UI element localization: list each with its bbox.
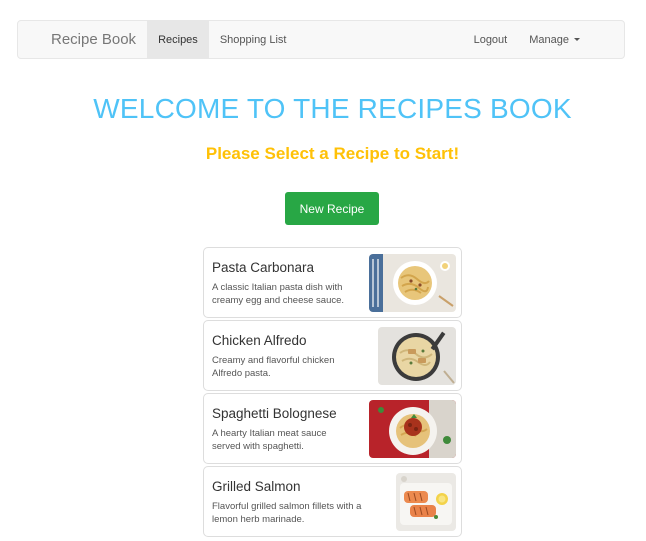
recipe-description: A hearty Italian meat sauce served with … bbox=[212, 427, 327, 453]
page-title: WELCOME TO THE RECIPES BOOK bbox=[93, 93, 572, 124]
nav-recipes[interactable]: Recipes bbox=[147, 21, 209, 58]
nav-logout[interactable]: Logout bbox=[463, 21, 519, 58]
recipe-item-pasta-carbonara[interactable]: Pasta Carbonara A classic Italian pasta … bbox=[203, 247, 462, 318]
recipe-description-line: A hearty Italian meat sauce bbox=[212, 428, 327, 439]
recipe-description: A classic Italian pasta dish with creamy… bbox=[212, 281, 344, 307]
recipe-image-spaghetti-bolognese bbox=[369, 400, 456, 458]
recipe-list: Pasta Carbonara A classic Italian pasta … bbox=[203, 247, 462, 539]
recipe-name: Pasta Carbonara bbox=[212, 260, 315, 275]
grilled-salmon-image bbox=[396, 473, 456, 531]
recipe-name: Spaghetti Bolognese bbox=[212, 406, 337, 421]
recipe-description-line: lemon herb marinade. bbox=[212, 514, 305, 525]
recipe-name: Grilled Salmon bbox=[212, 479, 301, 494]
recipe-image-grilled-salmon bbox=[396, 473, 456, 531]
recipe-item-chicken-alfredo[interactable]: Chicken Alfredo Creamy and flavorful chi… bbox=[203, 320, 462, 391]
chicken-alfredo-image bbox=[378, 327, 456, 385]
nav-shopping-list[interactable]: Shopping List bbox=[209, 21, 298, 58]
recipe-description-line: creamy egg and cheese sauce. bbox=[212, 295, 345, 306]
page-subtitle: Please Select a Recipe to Start! bbox=[205, 144, 460, 163]
navbar: Recipe Book Recipes Shopping List Logout… bbox=[17, 20, 625, 59]
spaghetti-bolognese-image bbox=[369, 400, 456, 458]
manage-label: Manage bbox=[529, 33, 569, 46]
recipe-description-line: A classic Italian pasta dish with bbox=[212, 282, 343, 293]
recipe-item-spaghetti-bolognese[interactable]: Spaghetti Bolognese A hearty Italian mea… bbox=[203, 393, 462, 464]
recipe-description: Creamy and flavorful chicken Alfredo pas… bbox=[212, 354, 335, 380]
recipe-item-grilled-salmon[interactable]: Grilled Salmon Flavorful grilled salmon … bbox=[203, 466, 462, 537]
recipe-image-pasta-carbonara bbox=[369, 254, 456, 312]
nav-manage-dropdown[interactable]: Manage bbox=[518, 21, 624, 58]
pasta-carbonara-image bbox=[369, 254, 456, 312]
recipe-description-line: Alfredo pasta. bbox=[212, 368, 271, 379]
caret-down-icon bbox=[574, 38, 580, 41]
recipe-description-line: Flavorful grilled salmon fillets with a bbox=[212, 501, 362, 512]
recipe-description: Flavorful grilled salmon fillets with a … bbox=[212, 500, 361, 526]
recipe-description-line: served with spaghetti. bbox=[212, 441, 304, 452]
recipe-description-line: Creamy and flavorful chicken bbox=[212, 355, 335, 366]
brand-link[interactable]: Recipe Book bbox=[18, 21, 147, 58]
recipe-image-chicken-alfredo bbox=[378, 327, 456, 385]
new-recipe-button[interactable]: New Recipe bbox=[285, 192, 379, 225]
recipe-name: Chicken Alfredo bbox=[212, 333, 307, 348]
